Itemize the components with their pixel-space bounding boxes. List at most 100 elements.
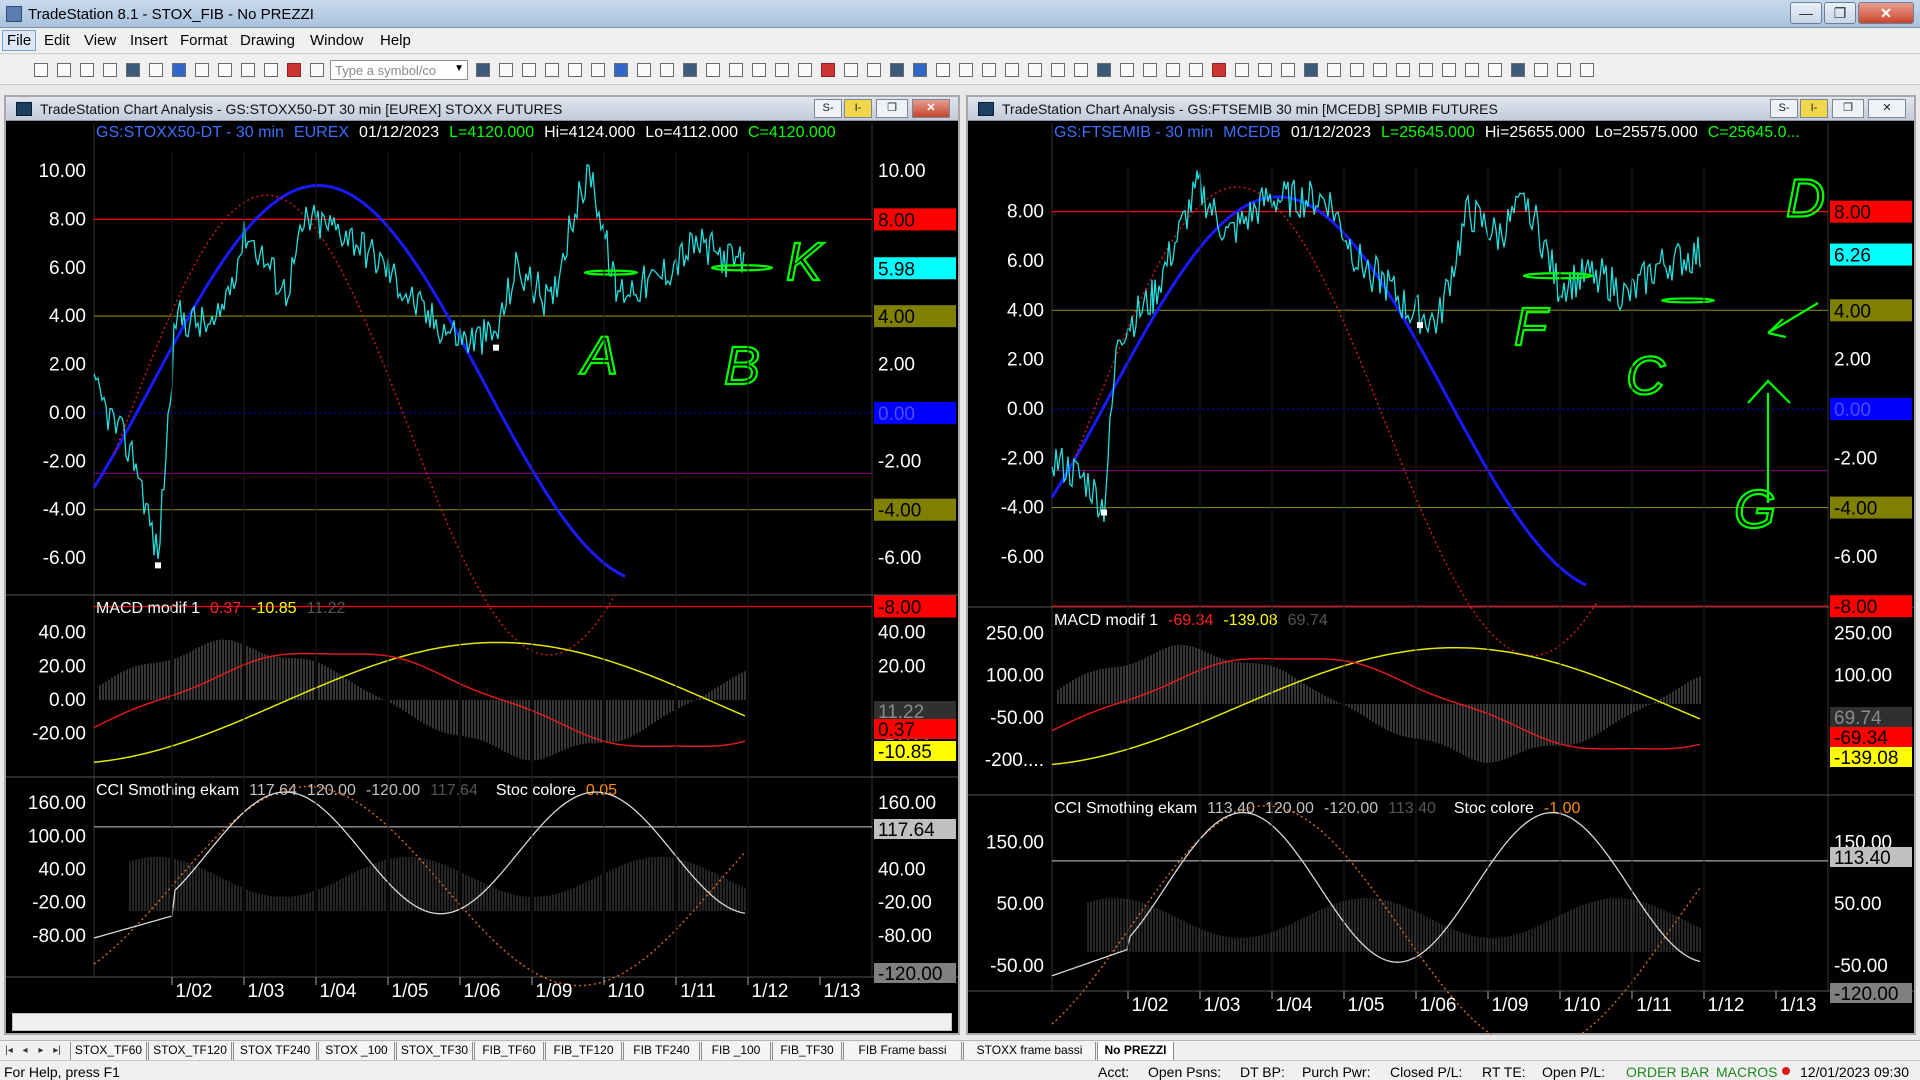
toolbar-tool-icon[interactable] [706,63,720,77]
indicator-button[interactable]: I- [1800,99,1828,118]
toolbar-tool-icon[interactable] [103,63,117,77]
tab-fib-tf60[interactable]: FIB_TF60 [474,1042,544,1060]
toolbar-tool-icon[interactable] [1074,63,1088,77]
toolbar-tool-icon[interactable] [729,63,743,77]
toolbar-tool-icon[interactable] [1350,63,1364,77]
tab-first-icon[interactable]: |◂ [2,1043,16,1059]
close-button[interactable]: ✕ [1858,2,1914,24]
toolbar-tool-icon[interactable] [867,63,881,77]
toolbar-tool-icon[interactable] [1258,63,1272,77]
maximize-button[interactable]: ❐ [1824,2,1856,24]
toolbar-tool-icon[interactable] [982,63,996,77]
toolbar-tool-icon[interactable] [1580,63,1594,77]
toolbar-tool-icon[interactable] [1511,63,1525,77]
toolbar-tool-icon[interactable] [1442,63,1456,77]
tab-fib-tf240[interactable]: FIB TF240 [623,1042,700,1060]
toolbar-tool-icon[interactable] [1189,63,1203,77]
tab-stoxx-frame-bassi[interactable]: STOXX frame bassi [963,1042,1096,1060]
toolbar-tool-icon[interactable] [1120,63,1134,77]
tab-stox-tf120[interactable]: STOX_TF120 [148,1042,232,1060]
toolbar-tool-icon[interactable] [1373,63,1387,77]
chart-window-stoxx[interactable]: TradeStation Chart Analysis - GS:STOXX50… [4,95,960,1035]
chart-close-button[interactable]: ✕ [912,99,950,118]
chart-maximize-button[interactable]: ❐ [1832,99,1864,118]
toolbar-tool-icon[interactable] [126,63,140,77]
toolbar-tool-icon[interactable] [798,63,812,77]
toolbar-tool-icon[interactable] [545,63,559,77]
toolbar-tool-icon[interactable] [57,63,71,77]
tab-next-icon[interactable]: ▸ [34,1043,48,1059]
tab-stox-100[interactable]: STOX _100 [318,1042,395,1060]
toolbar-tool-icon[interactable] [1212,63,1226,77]
menu-drawing[interactable]: Drawing [236,32,299,49]
toolbar-tool-icon[interactable] [591,63,605,77]
toolbar-tool-icon[interactable] [890,63,904,77]
tab-fib-tf120[interactable]: FIB_TF120 [545,1042,622,1060]
toolbar-tool-icon[interactable] [310,63,324,77]
menu-insert[interactable]: Insert [126,32,172,49]
toolbar-tool-icon[interactable] [660,63,674,77]
indicator-button[interactable]: I- [844,99,872,118]
tab-stox-tf30[interactable]: STOX_TF30 [396,1042,473,1060]
chart-window-ftsemib[interactable]: TradeStation Chart Analysis - GS:FTSEMIB… [966,95,1916,1035]
menu-view[interactable]: View [80,32,120,49]
toolbar-tool-icon[interactable] [821,63,835,77]
toolbar-tool-icon[interactable] [1304,63,1318,77]
toolbar-tool-icon[interactable] [1143,63,1157,77]
toolbar-tool-icon[interactable] [752,63,766,77]
menu-format[interactable]: Format [176,32,232,49]
toolbar-tool-icon[interactable] [218,63,232,77]
toolbar-tool-icon[interactable] [1281,63,1295,77]
toolbar-tool-icon[interactable] [844,63,858,77]
toolbar-tool-icon[interactable] [1396,63,1410,77]
toolbar-tool-icon[interactable] [1005,63,1019,77]
chart-canvas-ftsemib[interactable]: GS:FTSEMIB - 30 min MCEDB 01/12/2023 L=2564… [968,123,1914,1035]
toolbar-tool-icon[interactable] [614,63,628,77]
order-bar-button[interactable]: ORDER BAR [1626,1064,1709,1080]
toolbar-tool-icon[interactable] [172,63,186,77]
chart-close-button[interactable]: ✕ [1868,99,1906,118]
toolbar-tool-icon[interactable] [637,63,651,77]
toolbar-tool-icon[interactable] [149,63,163,77]
chart-horizontal-scrollbar[interactable] [12,1013,952,1031]
toolbar-tool-icon[interactable] [287,63,301,77]
tab-stox-tf240[interactable]: STOX TF240 [233,1042,317,1060]
toolbar-tool-icon[interactable] [1166,63,1180,77]
minimize-button[interactable]: — [1790,2,1822,24]
tab-fib-100[interactable]: FIB _100 [701,1042,771,1060]
macros-button[interactable]: MACROS [1716,1064,1777,1080]
toolbar-tool-icon[interactable] [1028,63,1042,77]
menu-window[interactable]: Window [306,32,367,49]
toolbar-tool-icon[interactable] [1488,63,1502,77]
toolbar-tool-icon[interactable] [683,63,697,77]
tab-stox-tf60[interactable]: STOX_TF60 [70,1042,147,1060]
toolbar-tool-icon[interactable] [1097,63,1111,77]
toolbar-tool-icon[interactable] [959,63,973,77]
toolbar-tool-icon[interactable] [1557,63,1571,77]
menu-file[interactable]: File [2,30,37,51]
toolbar-tool-icon[interactable] [499,63,513,77]
chart-maximize-button[interactable]: ❐ [876,99,908,118]
tab-fib-frame-bassi[interactable]: FIB Frame bassi [843,1042,962,1060]
toolbar-tool-icon[interactable] [1465,63,1479,77]
toolbar-tool-icon[interactable] [1051,63,1065,77]
toolbar-tool-icon[interactable] [264,63,278,77]
toolbar-tool-icon[interactable] [195,63,209,77]
chevron-down-icon[interactable]: ▼ [454,63,464,74]
toolbar-tool-icon[interactable] [568,63,582,77]
menu-help[interactable]: Help [376,32,415,49]
tab-prev-icon[interactable]: ◂ [18,1043,32,1059]
toolbar-tool-icon[interactable] [775,63,789,77]
symbol-input[interactable]: Type a symbol/co ▼ [330,60,468,80]
toolbar-tool-icon[interactable] [476,63,490,77]
toolbar-tool-icon[interactable] [913,63,927,77]
toolbar-tool-icon[interactable] [241,63,255,77]
symbol-link-button[interactable]: S- [1770,99,1798,118]
chart-canvas-stoxx[interactable]: GS:STOXX50-DT - 30 min EUREX 01/12/2023 L=4… [6,123,958,1019]
toolbar-tool-icon[interactable] [80,63,94,77]
toolbar-tool-icon[interactable] [522,63,536,77]
toolbar-tool-icon[interactable] [1419,63,1433,77]
toolbar-tool-icon[interactable] [1327,63,1341,77]
toolbar-tool-icon[interactable] [936,63,950,77]
tab-last-icon[interactable]: ▸| [50,1043,64,1059]
